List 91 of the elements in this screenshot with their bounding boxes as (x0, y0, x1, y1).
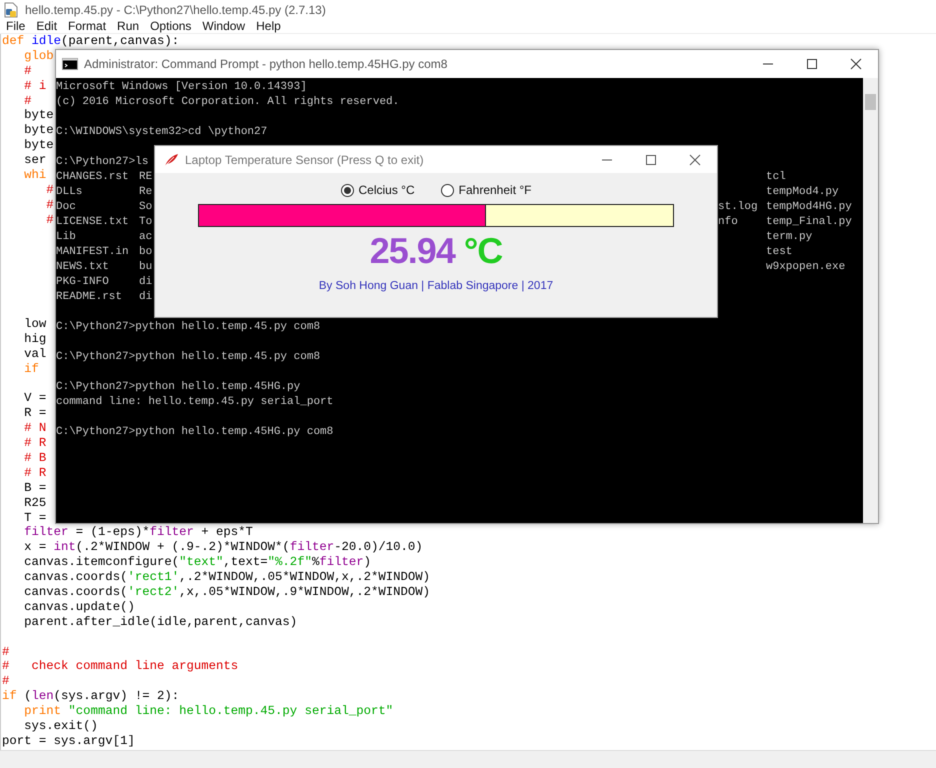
menu-item[interactable]: Options (150, 19, 192, 33)
menu-item[interactable]: Run (117, 19, 140, 33)
code-line: T = (23, 510, 46, 526)
code-line: V = (23, 391, 46, 406)
code-line: canvas.coords('rect1',.2*WINDOW,.05*WINDOW,x,.2*WINDOW) (23, 570, 430, 585)
file-name: LICENSE.txt (56, 215, 129, 230)
code-line: # (23, 64, 32, 79)
file-name: di (139, 290, 152, 305)
code-line: # check command line arguments (2, 659, 238, 674)
file-name: Re (139, 185, 152, 200)
code-line: R25 (23, 496, 46, 510)
file-name: st.log (718, 200, 758, 215)
code-line: def idle(parent,canvas): (2, 34, 180, 49)
file-name: temp_Final.py (766, 215, 852, 230)
code-line: parent.after_idle(idle,parent,canvas) (23, 614, 298, 630)
code-line: byte (23, 108, 54, 124)
window-title: hello.temp.45.py - C:\Python27\hello.temp.45.py (2.7.13) (25, 2, 326, 16)
file-name: PKG-INFO (56, 275, 109, 290)
file-name: w9xpopen.exe (766, 260, 846, 275)
console-line: command line: hello.temp.45.py serial_port (56, 395, 334, 410)
code-line: whi (23, 168, 46, 183)
code-line: glob (23, 48, 54, 64)
file-name: bo (139, 245, 152, 260)
code-line: port = sys.argv[1] (2, 734, 135, 749)
console-line: C:\Python27>python hello.temp.45HG.py (56, 380, 300, 395)
code-line: # B (23, 450, 46, 466)
code-line: if (23, 362, 39, 376)
file-name: CHANGES.rst (56, 170, 129, 185)
code-line: low (23, 316, 46, 332)
window-title: Laptop Temperature Sensor (Press Q to exit) (185, 152, 424, 166)
code-line: print "command line: hello.temp.45.py serial_port" (23, 704, 394, 719)
file-name: term.py (766, 230, 812, 245)
file-name: So (139, 200, 152, 215)
file-name: MANIFEST.in (56, 245, 129, 260)
code-line: canvas.coords('rect2',x,.05*WINDOW,.9*WINDOW,.2*WINDOW) (23, 584, 430, 600)
code-line: # N (23, 421, 46, 436)
file-name: Lib (56, 230, 76, 245)
console-line: Microsoft Windows [Version 10.0.14393] (56, 80, 307, 95)
menu-item[interactable]: Format (68, 19, 106, 33)
console-line: C:\Python27>python hello.temp.45.py com8 (56, 320, 320, 335)
code-line: # (45, 198, 54, 213)
code-line: if (len(sys.argv) != 2): (2, 689, 180, 704)
console-line: C:\WINDOWS\system32>cd \python27 (56, 125, 268, 140)
file-name: README.rst (56, 290, 122, 305)
file-name: NEWS.txt (56, 260, 109, 275)
console-line: C:\Python27>ls (56, 155, 148, 170)
code-line: # (2, 644, 10, 660)
file-name: tcl (766, 170, 786, 185)
code-line: x = int(.2*WINDOW + (.9-.2)*WINDOW*(filter-20.0)/10.0) (23, 540, 423, 556)
temperature-reading: 25.94 (370, 231, 455, 271)
code-line: # R (23, 436, 46, 451)
code-line: hig (23, 332, 46, 347)
console-line: C:\Python27>python hello.temp.45HG.py com8 (56, 425, 334, 440)
unit-radio[interactable]: Celcius °C (340, 183, 415, 197)
console-line: C:\Python27>python hello.temp.45.py com8 (56, 350, 320, 365)
file-name: RE (139, 170, 152, 185)
code-line: sys.exit() (23, 718, 98, 734)
menu-item[interactable]: File (6, 19, 26, 33)
code-line: # (2, 674, 10, 690)
code-line: ser (23, 153, 46, 168)
console-line: (c) 2016 Microsoft Corporation. All rights reserved. (56, 95, 400, 110)
code-line: # (23, 94, 32, 108)
menu-item[interactable]: Edit (36, 19, 58, 33)
file-name: tempMod4.py (766, 185, 839, 200)
code-line: canvas.update() (23, 600, 135, 615)
file-name: test (766, 245, 792, 260)
code-line: byte (23, 123, 54, 138)
file-name: tempMod4HG.py (766, 200, 852, 215)
code-line: # i (23, 78, 46, 94)
credit-text: By Soh Hong Guan | Fablab Singapore | 2017 (318, 280, 554, 292)
file-name: bu (139, 260, 152, 275)
code-line: # (45, 182, 54, 198)
code-line: filter = (1-eps)*filter + eps*T (23, 525, 253, 540)
file-name: ac (139, 230, 152, 245)
code-line: # (45, 212, 54, 228)
code-line: # R (23, 466, 46, 481)
code-line: val (23, 346, 46, 362)
menu-item[interactable]: Help (256, 19, 281, 33)
menu-item[interactable]: Window (202, 19, 246, 33)
code-line: byte (23, 138, 54, 154)
file-name: To (139, 215, 152, 230)
code-line: R = (23, 406, 46, 422)
file-name: DLLs (56, 185, 82, 200)
temperature-unit: °C (464, 231, 502, 271)
file-name: nfo (718, 215, 738, 230)
file-name: Doc (56, 200, 76, 215)
code-line: canvas.itemconfigure("text",text="%.2f"%filter) (23, 555, 372, 570)
unit-radio[interactable]: Fahrenheit °F (440, 183, 532, 197)
window-title: Administrator: Command Prompt - python hello.temp.45HG.py com8 (84, 57, 448, 71)
file-name: di (139, 275, 152, 290)
code-line: B = (23, 480, 46, 496)
